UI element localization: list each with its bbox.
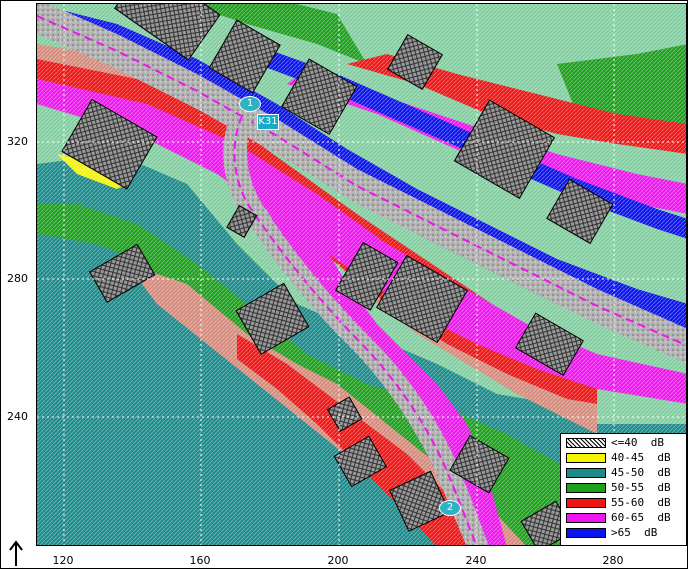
y-tick-label: 280	[7, 272, 28, 285]
y-tick-label: 320	[7, 135, 28, 148]
road-label-k31[interactable]: K31	[257, 114, 279, 130]
x-tick-label: 120	[52, 554, 74, 567]
point-marker-1[interactable]: 1	[239, 96, 261, 112]
legend-item: 60-65 dB	[565, 511, 685, 525]
map-frame: K31 1 2 320 280 240 120 160 200 240 280 …	[0, 0, 688, 569]
legend-item: 50-55 dB	[565, 481, 685, 495]
legend: <=40 dB 40-45 dB 45-50 dB 50-55 dB 55-60…	[560, 433, 687, 546]
legend-label: >65 dB	[611, 526, 658, 539]
x-tick-label: 160	[189, 554, 211, 567]
legend-swatch	[566, 513, 606, 523]
legend-item: >65 dB	[565, 526, 685, 540]
legend-label: 45-50 dB	[611, 466, 671, 479]
x-tick-label: 280	[602, 554, 624, 567]
legend-swatch	[566, 438, 606, 448]
legend-swatch	[566, 498, 606, 508]
legend-label: 60-65 dB	[611, 511, 671, 524]
legend-swatch	[566, 468, 606, 478]
legend-label: 50-55 dB	[611, 481, 671, 494]
x-tick-label: 200	[327, 554, 349, 567]
legend-item: 45-50 dB	[565, 466, 685, 480]
north-arrow-icon	[9, 540, 23, 566]
legend-swatch	[566, 528, 606, 538]
point-marker-2[interactable]: 2	[439, 500, 461, 516]
x-tick-label: 240	[465, 554, 487, 567]
legend-label: <=40 dB	[611, 436, 664, 449]
legend-label: 55-60 dB	[611, 496, 671, 509]
legend-item: 55-60 dB	[565, 496, 685, 510]
legend-item: 40-45 dB	[565, 451, 685, 465]
legend-item: <=40 dB	[565, 436, 685, 450]
legend-swatch	[566, 453, 606, 463]
y-tick-label: 240	[7, 410, 28, 423]
legend-label: 40-45 dB	[611, 451, 671, 464]
legend-swatch	[566, 483, 606, 493]
